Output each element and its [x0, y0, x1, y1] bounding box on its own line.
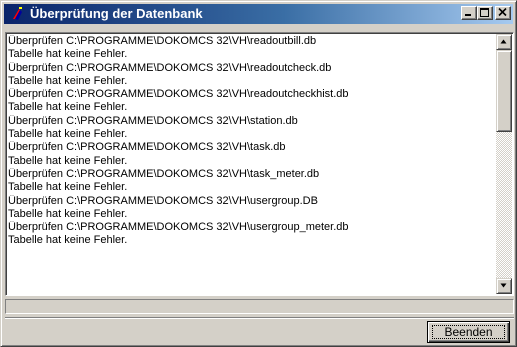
scroll-down-button[interactable]	[496, 278, 512, 294]
log-line-result: Tabelle hat keine Fehler.	[8, 74, 128, 87]
log-line-result: Tabelle hat keine Fehler.	[8, 207, 128, 220]
log-lines: Überprüfen C:\PROGRAMME\DOKOMCS 32\VH\re…	[8, 35, 496, 248]
close-dialog-label: Beenden	[444, 325, 493, 339]
log-line-result: Tabelle hat keine Fehler.	[8, 48, 128, 61]
scroll-up-button[interactable]	[496, 34, 512, 50]
log-line-check: Überprüfen C:\PROGRAMME\DOKOMCS 32\VH\ta…	[8, 141, 286, 154]
log-line-check: Überprüfen C:\PROGRAMME\DOKOMCS 32\VH\us…	[8, 221, 349, 234]
log-line-result: Tabelle hat keine Fehler.	[8, 181, 128, 194]
footer-divider	[5, 317, 514, 319]
log-line-result: Tabelle hat keine Fehler.	[8, 154, 128, 167]
log-output[interactable]: Überprüfen C:\PROGRAMME\DOKOMCS 32\VH\re…	[5, 32, 514, 296]
app-icon	[10, 6, 26, 22]
log-line-check: Überprüfen C:\PROGRAMME\DOKOMCS 32\VH\ta…	[8, 167, 320, 180]
log-line-check: Überprüfen C:\PROGRAMME\DOKOMCS 32\VH\st…	[8, 114, 298, 127]
maximize-button[interactable]	[477, 6, 493, 20]
maximize-icon	[480, 8, 489, 17]
title-bar[interactable]: Überprüfung der Datenbank	[4, 4, 513, 24]
close-button[interactable]	[495, 6, 511, 20]
close-dialog-button[interactable]: Beenden	[427, 321, 510, 343]
progress-bar	[5, 299, 514, 314]
minimize-button[interactable]	[461, 6, 477, 20]
scroll-thumb[interactable]	[496, 50, 512, 132]
minimize-icon	[465, 14, 471, 16]
log-line-check: Überprüfen C:\PROGRAMME\DOKOMCS 32\VH\us…	[8, 194, 318, 207]
close-icon	[498, 8, 507, 17]
scroll-down-arrow-icon	[500, 283, 507, 288]
log-line-result: Tabelle hat keine Fehler.	[8, 101, 128, 114]
vertical-scrollbar[interactable]	[496, 34, 512, 294]
log-line-check: Überprüfen C:\PROGRAMME\DOKOMCS 32\VH\re…	[8, 88, 349, 101]
check-database-window: Überprüfung der Datenbank Überprüfen C:\…	[0, 0, 517, 347]
window-title: Überprüfung der Datenbank	[30, 6, 203, 21]
log-line-check: Überprüfen C:\PROGRAMME\DOKOMCS 32\VH\re…	[8, 35, 317, 47]
log-line-result: Tabelle hat keine Fehler.	[8, 128, 128, 141]
log-line-check: Überprüfen C:\PROGRAMME\DOKOMCS 32\VH\re…	[8, 61, 332, 74]
log-line-result: Tabelle hat keine Fehler.	[8, 234, 128, 247]
scroll-up-arrow-icon	[500, 39, 507, 44]
